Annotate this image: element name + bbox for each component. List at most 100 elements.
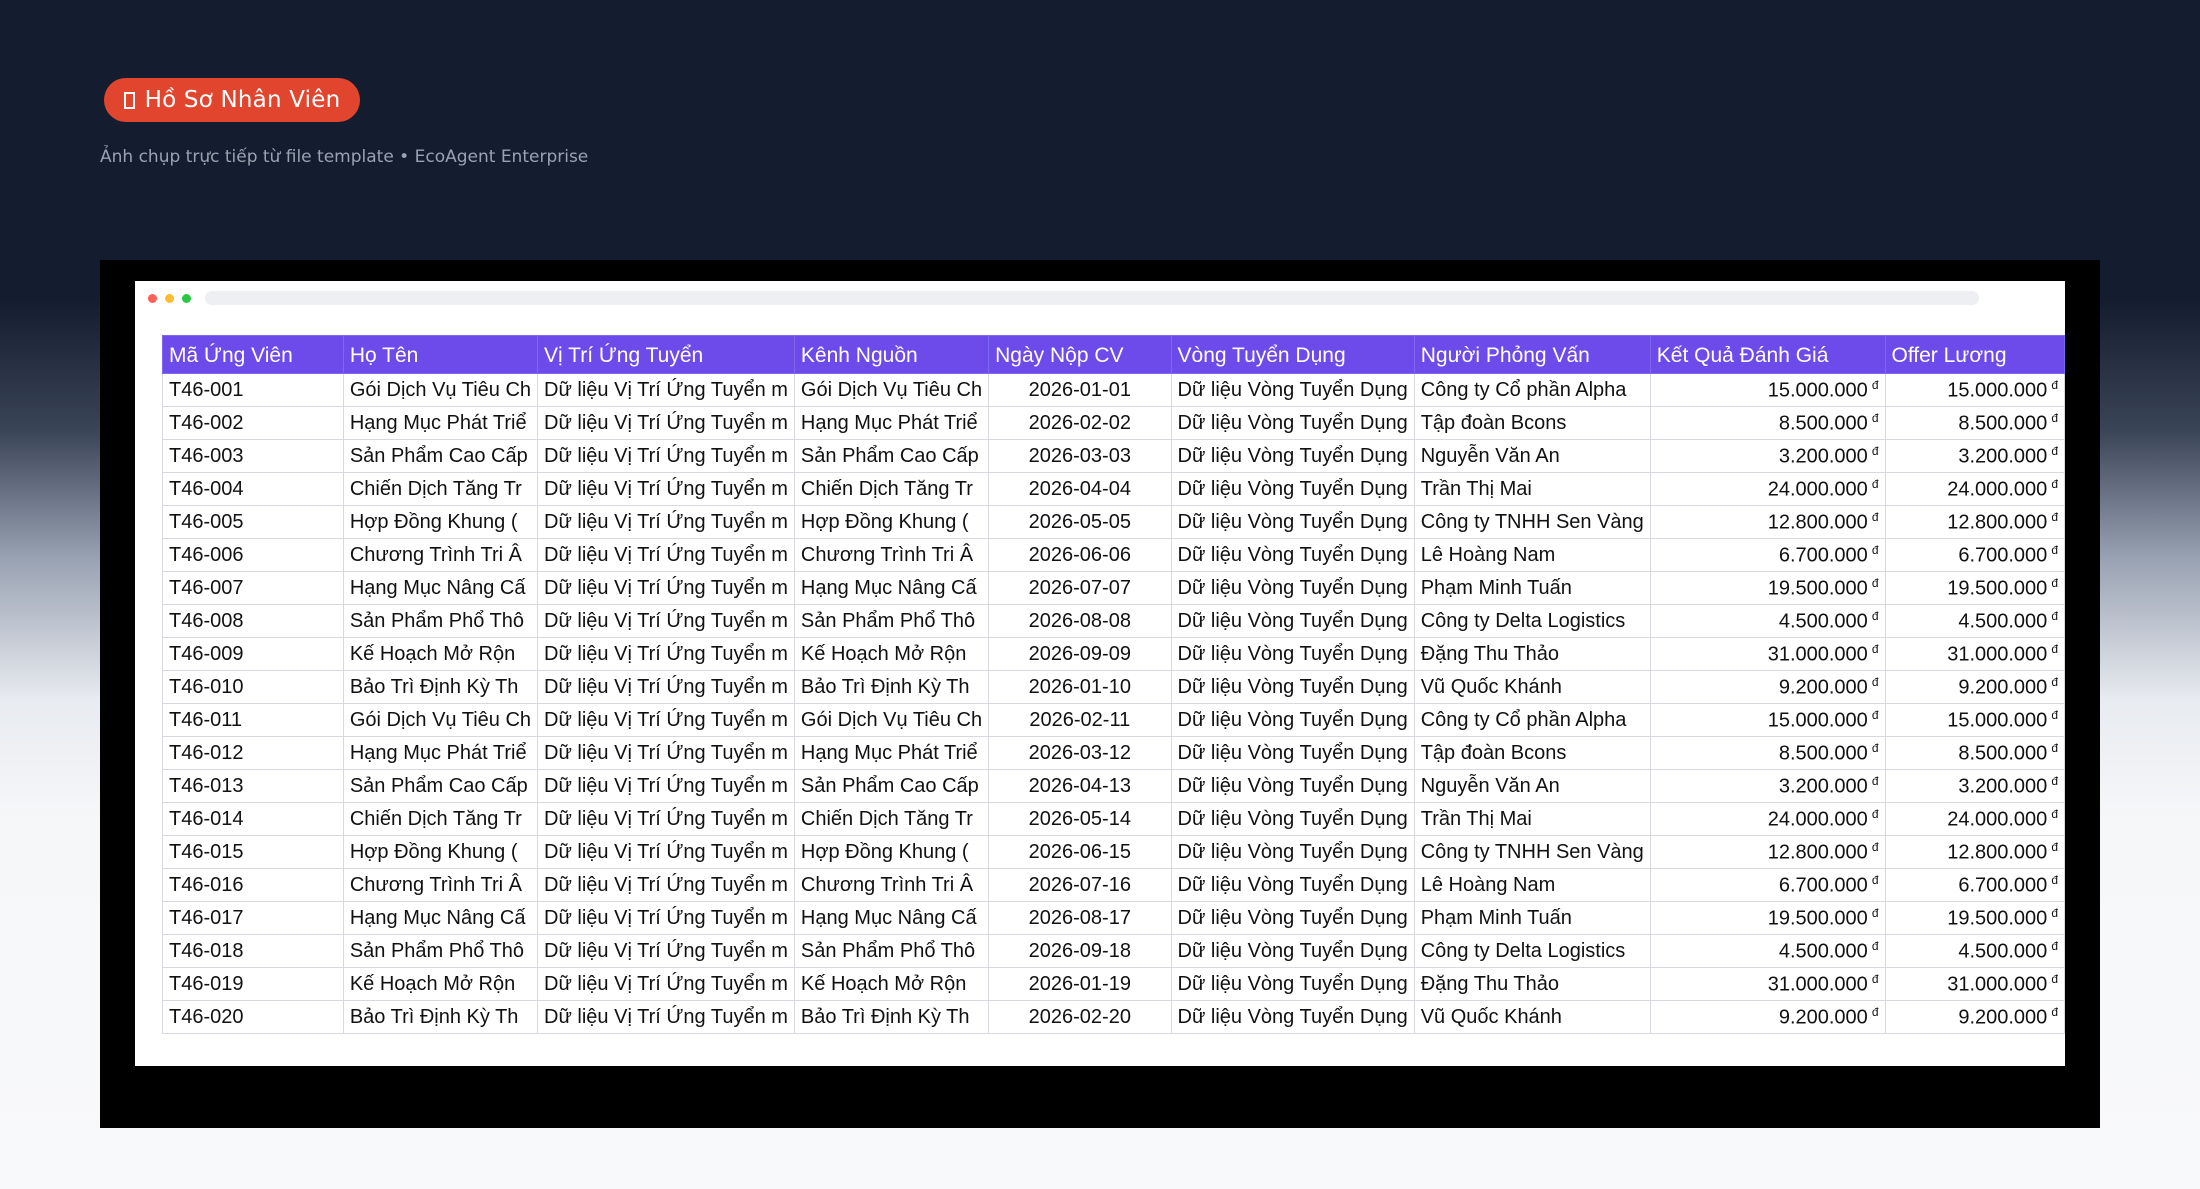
table-cell[interactable]: 24.000.000 đ [1649, 472, 1886, 506]
table-cell[interactable]: Hợp Đồng Khung ( [342, 505, 539, 539]
table-row[interactable]: T46-006 Chương Trình Tri Â Dữ liệu Vị Trí … [162, 538, 2065, 572]
table-cell[interactable]: Dữ liệu Vị Trí Ứng Tuyển m [537, 1000, 795, 1034]
table-cell[interactable]: 6.700.000 đ [1649, 868, 1886, 902]
table-cell[interactable]: Sản Phẩm Cao Cấp [793, 439, 990, 473]
table-cell[interactable]: Hạng Mục Nâng Cấ [342, 901, 539, 935]
table-cell[interactable]: 3.200.000 đ [1884, 439, 2065, 473]
table-cell[interactable]: T46-002 [162, 406, 344, 440]
table-cell[interactable]: 2026-02-02 [988, 406, 1172, 440]
table-cell[interactable]: 2026-01-01 [988, 373, 1172, 407]
table-row[interactable]: T46-007 Hạng Mục Nâng Cấ Dữ liệu Vị Trí Ứn… [162, 571, 2065, 605]
table-cell[interactable]: Gói Dịch Vụ Tiêu Ch [793, 703, 990, 737]
table-cell[interactable]: Công ty TNHH Sen Vàng [1413, 505, 1651, 539]
table-cell[interactable]: Phạm Minh Tuấn [1413, 901, 1651, 935]
table-cell[interactable]: T46-003 [162, 439, 344, 473]
table-cell[interactable]: Chiến Dịch Tăng Tr [793, 802, 990, 836]
table-cell[interactable]: 2026-09-18 [988, 934, 1172, 968]
table-cell[interactable]: Chiến Dịch Tăng Tr [342, 472, 539, 506]
table-row[interactable]: T46-013 Sản Phẩm Cao Cấp Dữ liệu Vị Trí Ứn… [162, 769, 2065, 803]
table-cell[interactable]: T46-009 [162, 637, 344, 671]
table-cell[interactable]: Sản Phẩm Phổ Thô [793, 934, 990, 968]
table-cell[interactable]: 2026-06-06 [988, 538, 1172, 572]
table-cell[interactable]: T46-008 [162, 604, 344, 638]
table-cell[interactable]: 24.000.000 đ [1884, 802, 2065, 836]
table-cell[interactable]: 2026-03-12 [988, 736, 1172, 770]
table-cell[interactable]: T46-011 [162, 703, 344, 737]
table-cell[interactable]: 2026-04-13 [988, 769, 1172, 803]
address-bar[interactable] [205, 291, 1979, 305]
column-header[interactable]: Kênh Nguồn [793, 335, 990, 374]
table-cell[interactable]: Dữ liệu Vòng Tuyển Dụng [1170, 967, 1415, 1001]
table-cell[interactable]: Dữ liệu Vị Trí Ứng Tuyển m [537, 934, 795, 968]
table-cell[interactable]: T46-017 [162, 901, 344, 935]
table-cell[interactable]: Hạng Mục Nâng Cấ [793, 571, 990, 605]
column-header[interactable]: Mã Ứng Viên [162, 335, 344, 374]
table-cell[interactable]: 4.500.000 đ [1884, 934, 2065, 968]
table-cell[interactable]: 19.500.000 đ [1649, 901, 1886, 935]
table-cell[interactable]: 31.000.000 đ [1649, 637, 1886, 671]
table-cell[interactable]: T46-015 [162, 835, 344, 869]
table-cell[interactable]: 19.500.000 đ [1649, 571, 1886, 605]
table-cell[interactable]: Dữ liệu Vòng Tuyển Dụng [1170, 835, 1415, 869]
table-cell[interactable]: Bảo Trì Định Kỳ Th [793, 670, 990, 704]
table-row[interactable]: T46-008 Sản Phẩm Phổ Thô Dữ liệu Vị Trí Ứn… [162, 604, 2065, 638]
table-cell[interactable]: Dữ liệu Vị Trí Ứng Tuyển m [537, 736, 795, 770]
table-cell[interactable]: Công ty Cổ phần Alpha [1413, 703, 1651, 737]
table-cell[interactable]: Gói Dịch Vụ Tiêu Ch [342, 703, 539, 737]
table-row[interactable]: T46-004 Chiến Dịch Tăng Tr Dữ liệu Vị Trí … [162, 472, 2065, 506]
table-cell[interactable]: Chiến Dịch Tăng Tr [342, 802, 539, 836]
table-cell[interactable]: Sản Phẩm Phổ Thô [793, 604, 990, 638]
table-cell[interactable]: Sản Phẩm Cao Cấp [793, 769, 990, 803]
table-cell[interactable]: 12.800.000 đ [1884, 835, 2065, 869]
table-cell[interactable]: 2026-02-11 [988, 703, 1172, 737]
close-dot[interactable] [148, 294, 157, 303]
column-header[interactable]: Người Phỏng Vấn [1413, 335, 1651, 374]
table-cell[interactable]: Dữ liệu Vị Trí Ứng Tuyển m [537, 604, 795, 638]
table-cell[interactable]: Dữ liệu Vị Trí Ứng Tuyển m [537, 769, 795, 803]
table-cell[interactable]: Chiến Dịch Tăng Tr [793, 472, 990, 506]
table-cell[interactable]: Nguyễn Văn An [1413, 439, 1651, 473]
table-cell[interactable]: 6.700.000 đ [1649, 538, 1886, 572]
table-cell[interactable]: 8.500.000 đ [1649, 736, 1886, 770]
table-cell[interactable]: Chương Trình Tri Â [793, 868, 990, 902]
table-row[interactable]: T46-014 Chiến Dịch Tăng Tr Dữ liệu Vị Trí … [162, 802, 2065, 836]
table-cell[interactable]: Công ty Delta Logistics [1413, 934, 1651, 968]
table-cell[interactable]: Gói Dịch Vụ Tiêu Ch [342, 373, 539, 407]
table-cell[interactable]: Dữ liệu Vòng Tuyển Dụng [1170, 769, 1415, 803]
table-cell[interactable]: 2026-06-15 [988, 835, 1172, 869]
table-row[interactable]: T46-010 Bảo Trì Định Kỳ Th Dữ liệu Vị Trí … [162, 670, 2065, 704]
table-cell[interactable]: Hạng Mục Phát Triể [342, 406, 539, 440]
table-cell[interactable]: T46-012 [162, 736, 344, 770]
table-cell[interactable]: Dữ liệu Vòng Tuyển Dụng [1170, 901, 1415, 935]
maximize-dot[interactable] [182, 294, 191, 303]
table-cell[interactable]: Dữ liệu Vị Trí Ứng Tuyển m [537, 406, 795, 440]
table-cell[interactable]: 2026-05-05 [988, 505, 1172, 539]
table-cell[interactable]: Dữ liệu Vòng Tuyển Dụng [1170, 472, 1415, 506]
table-cell[interactable]: Sản Phẩm Phổ Thô [342, 604, 539, 638]
table-cell[interactable]: Hạng Mục Phát Triể [342, 736, 539, 770]
table-cell[interactable]: Kế Hoạch Mở Rộn [793, 637, 990, 671]
table-cell[interactable]: Dữ liệu Vòng Tuyển Dụng [1170, 802, 1415, 836]
table-cell[interactable]: 4.500.000 đ [1649, 604, 1886, 638]
table-cell[interactable]: T46-005 [162, 505, 344, 539]
table-cell[interactable]: Hạng Mục Nâng Cấ [793, 901, 990, 935]
table-cell[interactable]: 31.000.000 đ [1884, 637, 2065, 671]
table-cell[interactable]: T46-016 [162, 868, 344, 902]
table-cell[interactable]: Hạng Mục Nâng Cấ [342, 571, 539, 605]
table-cell[interactable]: T46-007 [162, 571, 344, 605]
table-cell[interactable]: 9.200.000 đ [1649, 670, 1886, 704]
table-cell[interactable]: Dữ liệu Vòng Tuyển Dụng [1170, 670, 1415, 704]
table-cell[interactable]: Dữ liệu Vị Trí Ứng Tuyển m [537, 373, 795, 407]
table-cell[interactable]: Hợp Đồng Khung ( [793, 505, 990, 539]
table-cell[interactable]: Dữ liệu Vòng Tuyển Dụng [1170, 604, 1415, 638]
table-cell[interactable]: 9.200.000 đ [1884, 670, 2065, 704]
column-header[interactable]: Vòng Tuyển Dụng [1170, 335, 1415, 374]
table-cell[interactable]: 3.200.000 đ [1649, 439, 1886, 473]
table-cell[interactable]: Công ty Cổ phần Alpha [1413, 373, 1651, 407]
table-cell[interactable]: 24.000.000 đ [1884, 472, 2065, 506]
table-cell[interactable]: 3.200.000 đ [1884, 769, 2065, 803]
table-cell[interactable]: Đặng Thu Thảo [1413, 967, 1651, 1001]
table-row[interactable]: T46-020 Bảo Trì Định Kỳ Th Dữ liệu Vị Trí … [162, 1000, 2065, 1034]
table-row[interactable]: T46-001 Gói Dịch Vụ Tiêu Ch Dữ liệu Vị Trí… [162, 373, 2065, 407]
table-cell[interactable]: Nguyễn Văn An [1413, 769, 1651, 803]
